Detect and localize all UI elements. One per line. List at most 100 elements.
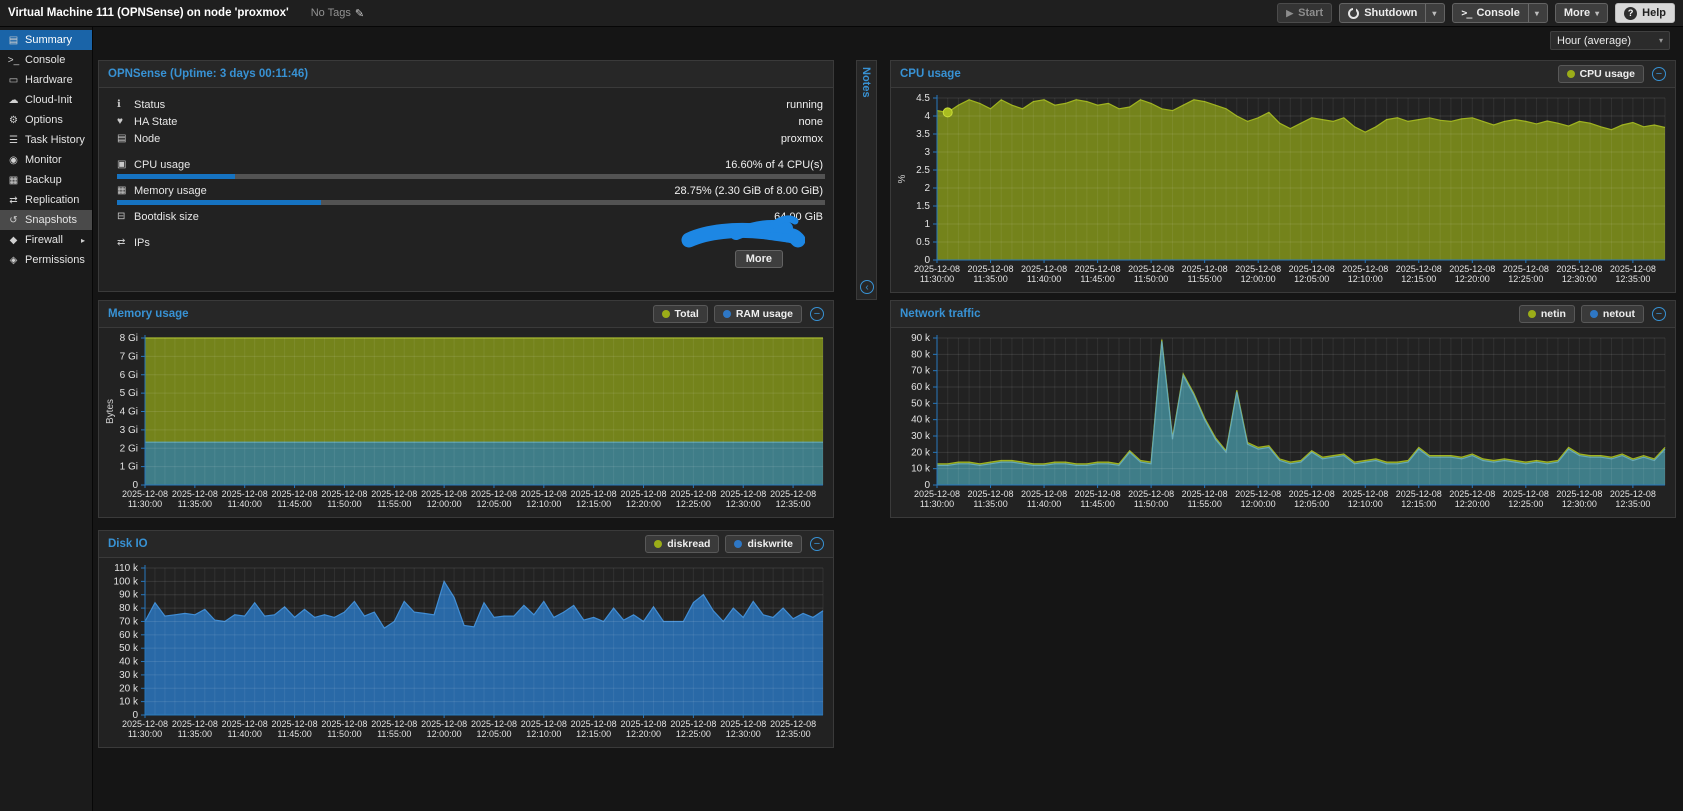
svg-text:12:25:00: 12:25:00 [1508,274,1543,284]
legend-dot-icon [1567,70,1575,78]
svg-text:2.5: 2.5 [916,165,930,176]
svg-text:7 Gi: 7 Gi [120,351,138,362]
network-chart-panel: Network trafficnetinnetout−010 k20 k30 k… [890,300,1676,518]
sidebar-item-label: Hardware [25,74,73,86]
svg-text:2025-12-08: 2025-12-08 [1396,489,1442,499]
diskio-chart-body: 010 k20 k30 k40 k50 k60 k70 k80 k90 k100… [99,558,833,745]
row-value: none [799,116,823,128]
svg-text:12:25:00: 12:25:00 [676,499,711,509]
row-label: Status [134,99,165,111]
svg-text:2025-12-08: 2025-12-08 [1182,264,1228,274]
expand-notes-icon[interactable]: ‹ [860,280,874,294]
svg-text:11:45:00: 11:45:00 [277,499,311,509]
svg-text:11:50:00: 11:50:00 [327,499,361,509]
sidebar-item-label: Replication [25,194,79,206]
svg-text:12:20:00: 12:20:00 [1455,274,1490,284]
memory-icon: ▦ [117,185,134,196]
edit-tags-pencil-icon[interactable]: ✎ [355,7,364,20]
row-value: 16.60% of 4 CPU(s) [725,159,823,171]
sidebar-item-label: Task History [25,134,85,146]
memory-chart-header: Memory usageTotalRAM usage− [99,301,833,328]
svg-text:2025-12-08: 2025-12-08 [172,489,218,499]
svg-text:12:25:00: 12:25:00 [676,729,711,739]
svg-text:2025-12-08: 2025-12-08 [914,264,960,274]
proxmox-app: Virtual Machine 111 (OPNSense) on node '… [0,0,1683,811]
legend-dot-icon [662,310,670,318]
svg-text:11:30:00: 11:30:00 [128,499,162,509]
sidebar-item-task-history[interactable]: ☰Task History [0,130,92,150]
help-button[interactable]: ? Help [1615,3,1675,23]
cpu-chart-panel: CPU usageCPU usage−00.511.522.533.544.52… [890,60,1676,293]
legend-toggle-netin[interactable]: netin [1519,305,1575,323]
svg-text:11:30:00: 11:30:00 [920,274,954,284]
svg-text:50 k: 50 k [911,398,931,409]
status-row-cpu-usage: ▣CPU usage16.60% of 4 CPU(s) [99,156,833,173]
svg-text:0.5: 0.5 [916,237,930,248]
svg-text:2025-12-08: 2025-12-08 [521,489,567,499]
svg-text:1: 1 [924,219,930,230]
tags-button[interactable]: No Tags ✎ [311,7,364,20]
legend-label: RAM usage [736,308,793,320]
sidebar-item-firewall[interactable]: ◆Firewall▸ [0,230,92,250]
sidebar-item-hardware[interactable]: ▭Hardware [0,70,92,90]
chevron-down-icon: ▾ [1432,9,1436,18]
shutdown-dropdown[interactable]: ▾ [1425,4,1436,22]
svg-text:90 k: 90 k [911,333,931,344]
svg-text:70 k: 70 k [119,616,139,627]
sidebar-item-monitor[interactable]: ◉Monitor [0,150,92,170]
legend-toggle-total[interactable]: Total [653,305,708,323]
cpu-usage-progress-bar [117,174,825,179]
svg-text:12:15:00: 12:15:00 [1401,274,1436,284]
console-dropdown[interactable]: ▾ [1528,4,1539,22]
legend-toggle-cpu-usage[interactable]: CPU usage [1558,65,1644,83]
console-button[interactable]: >_ Console ▾ [1452,3,1547,23]
timeframe-select[interactable]: Hour (average) ▾ [1550,31,1670,50]
legend-toggle-diskread[interactable]: diskread [645,535,719,553]
svg-text:110 k: 110 k [114,563,139,574]
svg-text:2025-12-08: 2025-12-08 [1503,264,1549,274]
svg-text:12:30:00: 12:30:00 [726,499,761,509]
svg-text:1 Gi: 1 Gi [120,462,138,473]
svg-text:2025-12-08: 2025-12-08 [371,489,417,499]
shutdown-button[interactable]: Shutdown ▾ [1339,3,1445,23]
svg-text:2025-12-08: 2025-12-08 [670,489,716,499]
svg-text:60 k: 60 k [119,630,139,641]
memory-chart: 01 Gi2 Gi3 Gi4 Gi5 Gi6 Gi7 Gi8 Gi2025-12… [103,330,829,513]
cpu-chart-title: CPU usage [900,68,961,80]
legend-toggle-ram-usage[interactable]: RAM usage [714,305,802,323]
collapse-panel-icon[interactable]: − [810,307,824,321]
collapse-panel-icon[interactable]: − [1652,67,1666,81]
svg-text:2025-12-08: 2025-12-08 [571,489,617,499]
svg-text:2025-12-08: 2025-12-08 [1021,264,1067,274]
svg-text:2025-12-08: 2025-12-08 [122,719,168,729]
legend-label: netin [1541,308,1566,320]
start-button[interactable]: ▶ Start [1277,3,1332,23]
collapse-panel-icon[interactable]: − [1652,307,1666,321]
legend-toggle-netout[interactable]: netout [1581,305,1644,323]
svg-text:2025-12-08: 2025-12-08 [1182,489,1228,499]
sidebar-item-console[interactable]: >_Console [0,50,92,70]
sidebar-item-options[interactable]: ⚙Options [0,110,92,130]
sidebar-item-label: Cloud-Init [25,94,72,106]
sidebar-item-backup[interactable]: ▦Backup [0,170,92,190]
svg-text:8 Gi: 8 Gi [120,333,138,344]
more-status-button[interactable]: More [735,250,783,268]
more-button[interactable]: More ▾ [1555,3,1608,23]
sidebar-item-replication[interactable]: ⇄Replication [0,190,92,210]
svg-text:11:55:00: 11:55:00 [1187,274,1221,284]
sidebar-item-permissions[interactable]: ◈Permissions [0,250,92,270]
svg-text:2025-12-08: 2025-12-08 [1075,489,1121,499]
timeframe-value: Hour (average) [1557,35,1631,47]
notes-panel-collapsed[interactable]: Notes ‹ [856,60,877,300]
svg-text:Bytes: Bytes [105,399,116,424]
sidebar-item-cloud-init[interactable]: ☁Cloud-Init [0,90,92,110]
svg-text:11:45:00: 11:45:00 [277,729,311,739]
sidebar-item-snapshots[interactable]: ↺Snapshots [0,210,92,230]
diskio-chart-header: Disk IOdiskreaddiskwrite− [99,531,833,558]
notes-panel-title: Notes [860,67,872,98]
collapse-panel-icon[interactable]: − [810,537,824,551]
legend-toggle-diskwrite[interactable]: diskwrite [725,535,802,553]
sidebar-item-summary[interactable]: ▤Summary [0,30,92,50]
svg-text:12:10:00: 12:10:00 [1348,274,1383,284]
svg-text:11:30:00: 11:30:00 [128,729,162,739]
